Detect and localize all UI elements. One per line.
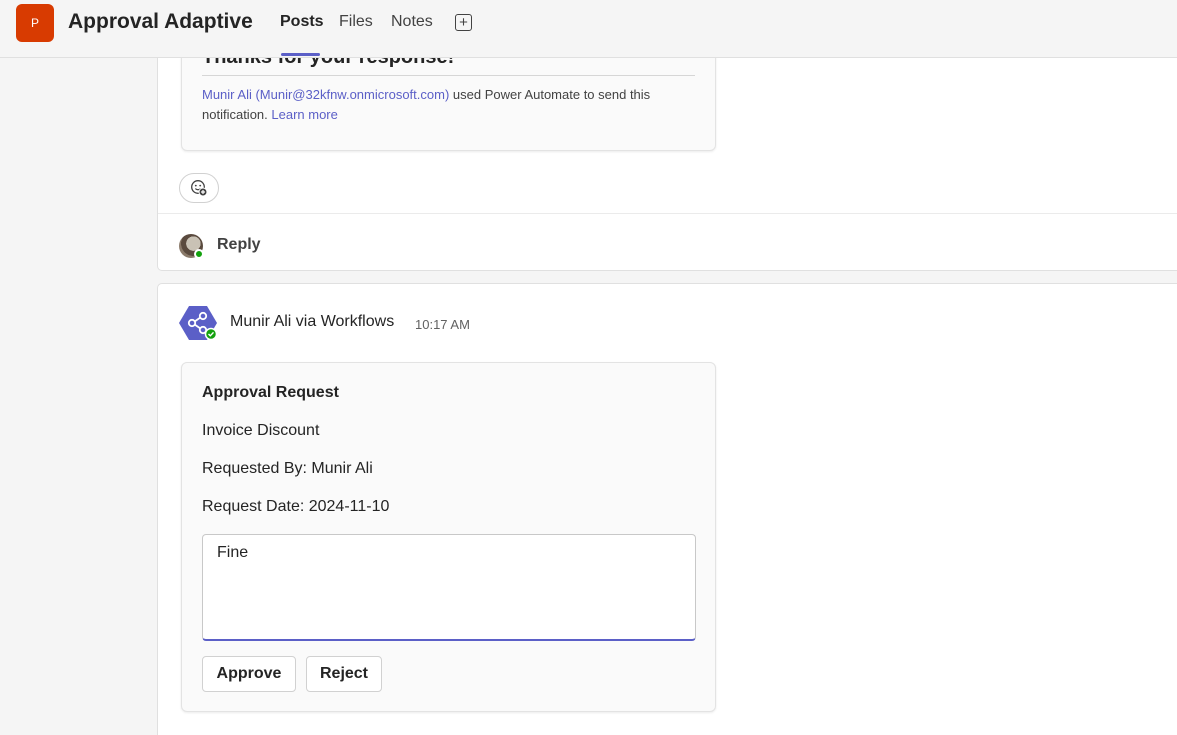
sender-name[interactable]: Munir Ali via Workflows bbox=[230, 313, 394, 331]
divider bbox=[202, 75, 695, 76]
active-tab-indicator bbox=[281, 53, 320, 56]
reject-button[interactable]: Reject bbox=[306, 656, 382, 692]
divider bbox=[158, 213, 1177, 214]
approve-button[interactable]: Approve bbox=[202, 656, 296, 692]
card-title: Thanks for your response! bbox=[202, 58, 454, 69]
message-timestamp: 10:17 AM bbox=[415, 317, 470, 332]
message-thread: Thanks for your response! Munir Ali (Mun… bbox=[157, 58, 1177, 271]
tab-files[interactable]: Files bbox=[339, 13, 373, 31]
team-avatar[interactable]: P bbox=[16, 4, 54, 42]
add-reaction-icon bbox=[191, 180, 208, 197]
adaptive-card: Thanks for your response! Munir Ali (Mun… bbox=[181, 58, 716, 151]
request-date: Request Date: 2024-11-10 bbox=[202, 498, 390, 515]
notification-note: Munir Ali (Munir@32kfnw.onmicrosoft.com)… bbox=[202, 85, 702, 124]
avatar bbox=[179, 234, 204, 259]
channel-header: P Approval Adaptive Posts Files Notes + bbox=[0, 0, 1177, 58]
presence-indicator bbox=[194, 249, 204, 259]
reply-button[interactable]: Reply bbox=[217, 236, 261, 254]
learn-more-link[interactable]: Learn more bbox=[271, 107, 337, 122]
add-reaction-button[interactable] bbox=[179, 173, 219, 203]
tab-notes[interactable]: Notes bbox=[391, 13, 433, 31]
requested-by: Requested By: Munir Ali bbox=[202, 460, 373, 477]
request-subject: Invoice Discount bbox=[202, 422, 320, 439]
card-title: Approval Request bbox=[202, 384, 339, 401]
team-name: Approval Adaptive bbox=[68, 10, 253, 33]
message-thread: Munir Ali via Workflows 10:17 AM Approva… bbox=[157, 283, 1177, 735]
tab-posts[interactable]: Posts bbox=[280, 13, 324, 31]
add-tab-icon[interactable]: + bbox=[455, 14, 472, 31]
author-link[interactable]: Munir Ali (Munir@32kfnw.onmicrosoft.com) bbox=[202, 87, 449, 102]
approval-card: Approval Request Invoice Discount Reques… bbox=[181, 362, 716, 712]
share-icon bbox=[179, 306, 218, 341]
workflows-avatar bbox=[179, 304, 218, 342]
comment-input[interactable]: Fine bbox=[202, 534, 696, 641]
